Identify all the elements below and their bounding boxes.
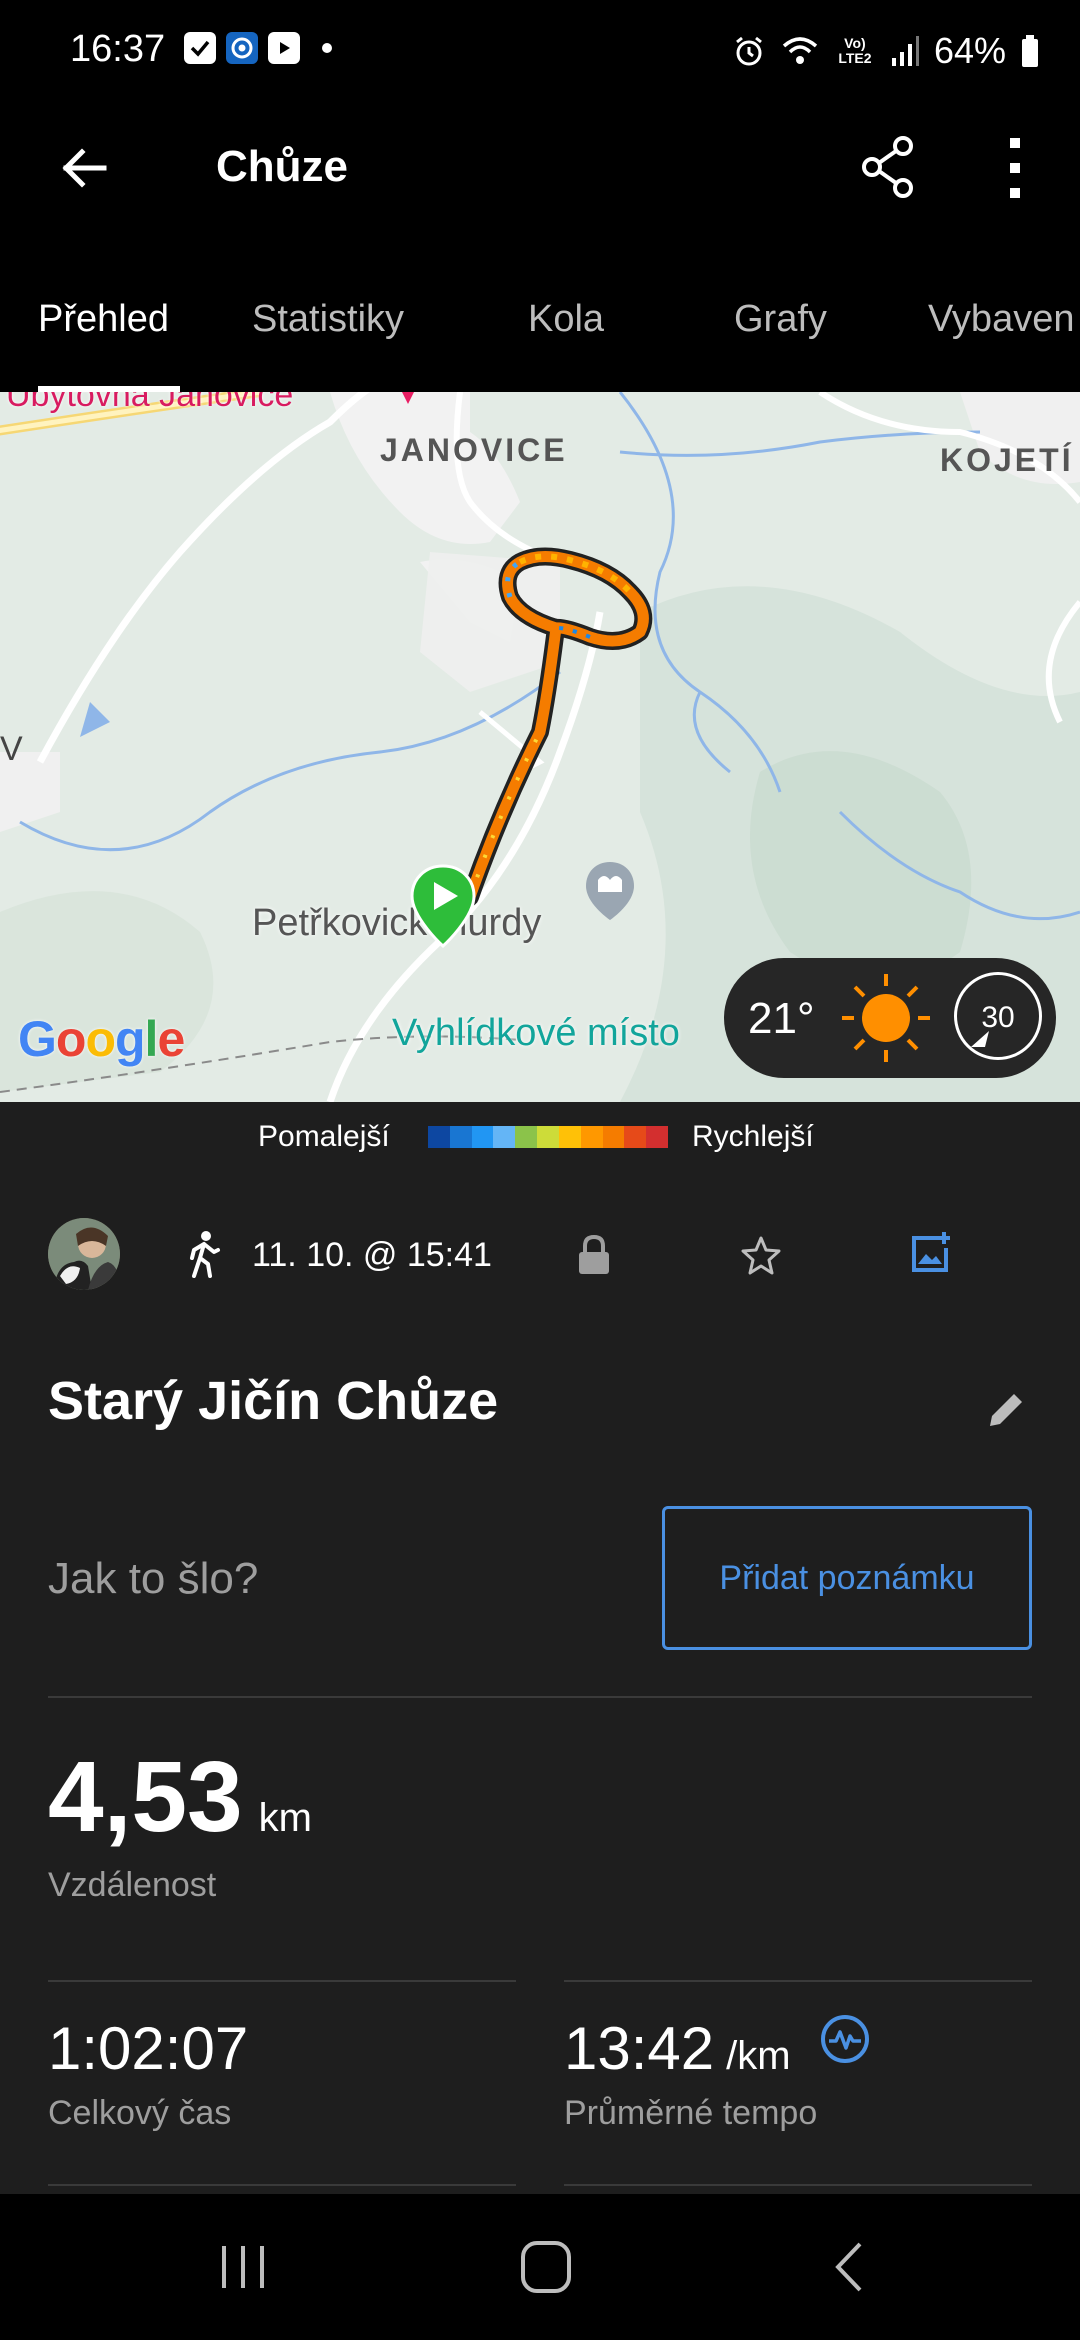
legend-slower-label: Pomalejší <box>258 1120 390 1153</box>
alarm-icon <box>736 36 762 66</box>
google-logo: Google <box>18 1010 185 1068</box>
tab-bar: Přehled Statistiky Kola Grafy Vybaven <box>0 270 1080 394</box>
legend-color-swatch <box>449 1126 472 1148</box>
legend-faster-label: Rychlejší <box>692 1120 814 1153</box>
sun-icon <box>842 974 930 1062</box>
system-status-icons: Vo) LTE2 64% <box>732 30 1040 72</box>
activity-name: Starý Jičín Chůze <box>48 1371 499 1431</box>
garmin-notification-icon <box>226 32 258 64</box>
divider <box>564 2184 1032 2186</box>
youtube-notification-icon <box>268 32 300 64</box>
wind-direction-icon <box>971 1031 989 1047</box>
back-arrow-icon[interactable] <box>56 140 112 196</box>
divider <box>564 1980 1032 1982</box>
avg-pace-unit: /km <box>726 2034 791 2078</box>
edit-pencil-icon[interactable] <box>984 1388 1028 1432</box>
legend-color-swatch <box>537 1126 559 1148</box>
wifi-icon <box>782 37 818 64</box>
avatar-image <box>48 1218 120 1290</box>
activity-datetime: 11. 10. @ 15:41 <box>252 1236 492 1274</box>
divider <box>48 2184 516 2186</box>
add-note-button[interactable]: Přidat poznámku <box>662 1506 1032 1650</box>
wind-indicator: 30 <box>954 972 1042 1060</box>
home-icon[interactable] <box>518 2238 574 2296</box>
distance-label: Vzdálenost <box>48 1866 217 1904</box>
system-nav-bar <box>0 2194 1080 2340</box>
app-bar: Chůze <box>0 100 1080 270</box>
legend-color-swatch <box>493 1126 516 1148</box>
avatar[interactable] <box>48 1218 120 1290</box>
divider <box>48 1696 1032 1698</box>
google-logo-letter: g <box>115 1011 146 1067</box>
recent-apps-icon[interactable] <box>216 2240 270 2294</box>
speed-color-scale <box>428 1126 668 1148</box>
legend-color-swatch <box>428 1126 450 1148</box>
heart-rate-pace-icon[interactable] <box>818 2012 872 2066</box>
notification-icons <box>184 32 332 64</box>
google-logo-letter: e <box>157 1011 185 1067</box>
total-time-value: 1:02:07 <box>48 2015 249 2082</box>
weather-chip: 21° 30 <box>724 958 1056 1078</box>
status-bar: 16:37 Vo) LTE2 64% <box>0 0 1080 100</box>
speed-legend: Pomalejší Rychlejší <box>0 1102 1080 1192</box>
network-type-label: Vo) LTE2 <box>838 35 872 66</box>
avg-pace-stat: 13:42 /km <box>564 2014 791 2083</box>
tab-statistiky[interactable]: Statistiky <box>252 298 404 341</box>
lock-icon[interactable] <box>576 1234 612 1276</box>
map-label-vyhlidkove: Vyhlídkové místo <box>392 1012 680 1054</box>
legend-color-swatch <box>624 1126 647 1148</box>
share-icon[interactable] <box>858 134 918 200</box>
map-label-ubytovna: Ubytovna Janovice <box>6 392 294 414</box>
map-label-petrkovice: Petřkovické lurdy <box>252 902 542 944</box>
map-label-janovice: JANOVICE <box>380 432 568 468</box>
google-logo-letter: o <box>85 1011 116 1067</box>
tab-vybaveni[interactable]: Vybaven <box>928 298 1074 341</box>
play-marker-icon[interactable] <box>408 862 478 952</box>
distance-stat: 4,53 km <box>48 1740 312 1855</box>
avg-pace-value: 13:42 <box>564 2015 715 2082</box>
distance-unit: km <box>258 1796 312 1840</box>
distance-value: 4,53 <box>48 1741 243 1853</box>
dot-icon <box>322 43 332 53</box>
tab-kola[interactable]: Kola <box>528 298 604 341</box>
avg-pace-label: Průměrné tempo <box>564 2094 818 2132</box>
google-logo-letter: o <box>55 1011 87 1067</box>
walking-icon <box>190 1231 220 1278</box>
status-time: 16:37 <box>70 28 166 70</box>
google-logo-letter: G <box>18 1011 57 1067</box>
legend-color-swatch <box>646 1126 668 1148</box>
star-icon[interactable] <box>740 1234 782 1276</box>
map-label-kojeti: KOJETÍ <box>940 442 1074 478</box>
page-title: Chůze <box>216 142 348 191</box>
divider <box>48 1980 516 1982</box>
legend-color-swatch <box>580 1126 603 1148</box>
back-icon[interactable] <box>826 2238 870 2296</box>
more-vert-icon[interactable] <box>1000 136 1030 200</box>
check-notification-icon <box>184 32 216 64</box>
tab-prehled[interactable]: Přehled <box>38 298 169 341</box>
legend-color-swatch <box>515 1126 538 1148</box>
legend-color-swatch <box>602 1126 625 1148</box>
legend-color-swatch <box>471 1126 494 1148</box>
weather-temperature: 21° <box>748 994 815 1043</box>
map-label-edge: V <box>0 730 23 768</box>
tab-grafy[interactable]: Grafy <box>734 298 827 341</box>
google-logo-letter: l <box>144 1011 159 1067</box>
total-time-label: Celkový čas <box>48 2094 232 2132</box>
route-map[interactable]: Ubytovna Janovice JANOVICE KOJETÍ V Petř… <box>0 392 1080 1102</box>
signal-icon <box>891 36 919 66</box>
legend-color-swatch <box>558 1126 581 1148</box>
add-photo-icon[interactable] <box>908 1230 954 1276</box>
battery-percentage: 64% <box>933 30 1006 71</box>
note-prompt: Jak to šlo? <box>48 1554 259 1603</box>
battery-icon <box>1022 35 1038 67</box>
